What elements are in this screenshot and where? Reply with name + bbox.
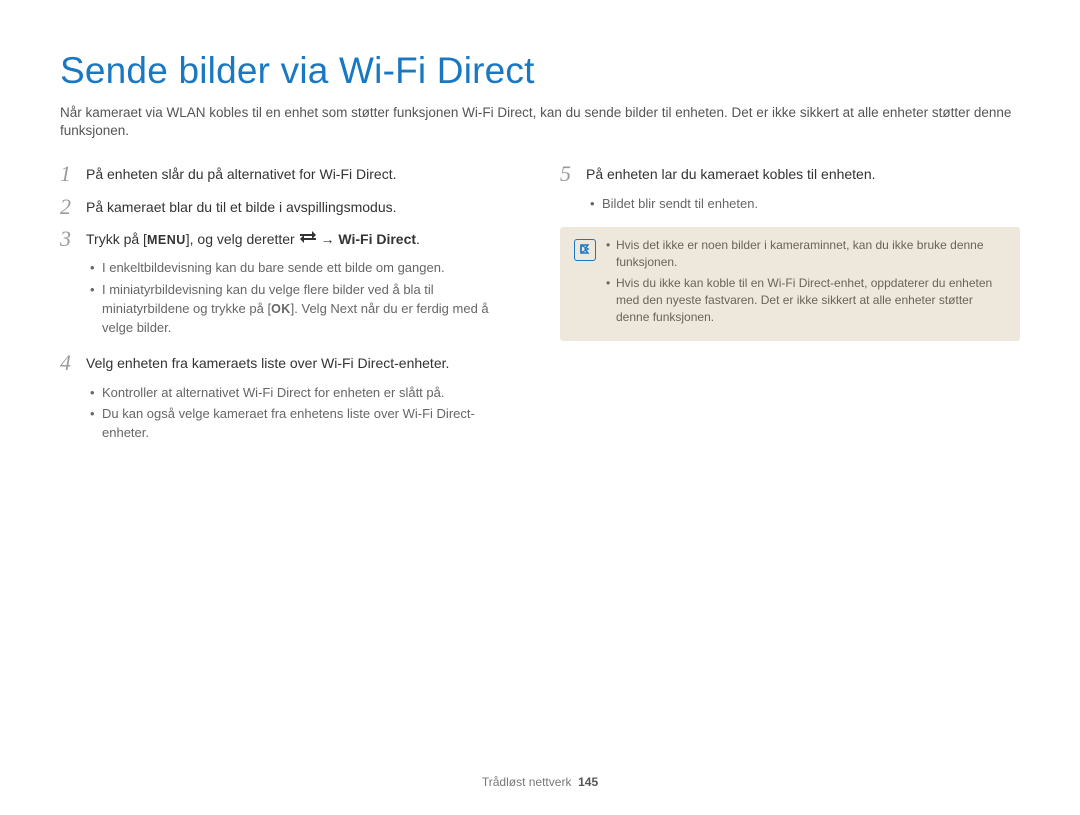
left-column: 1 På enheten slår du på alternativet for… <box>60 162 520 457</box>
text-fragment: Trykk på [ <box>86 231 147 247</box>
step-text: På enheten lar du kameraet kobles til en… <box>586 162 1020 184</box>
step-number: 1 <box>60 162 86 186</box>
step-5-bullets: Bildet blir sendt til enheten. <box>560 195 1020 214</box>
wifi-direct-label: Wi-Fi Direct <box>338 231 416 247</box>
step-3: 3 Trykk på [MENU], og velg deretter → Wi… <box>60 227 520 251</box>
step-text: Velg enheten fra kameraets liste over Wi… <box>86 351 520 373</box>
step-text: På kameraet blar du til et bilde i avspi… <box>86 195 520 217</box>
right-column: 5 På enheten lar du kameraet kobles til … <box>560 162 1020 457</box>
list-item: Hvis det ikke er noen bilder i kameramin… <box>606 237 1006 271</box>
step-number: 4 <box>60 351 86 375</box>
step-1: 1 På enheten slår du på alternativet for… <box>60 162 520 186</box>
list-item: Kontroller at alternativet Wi-Fi Direct … <box>90 384 520 403</box>
list-item: I miniatyrbildevisning kan du velge fler… <box>90 281 520 338</box>
text-fragment: . <box>416 231 420 247</box>
step-2: 2 På kameraet blar du til et bilde i avs… <box>60 195 520 219</box>
step-text: Trykk på [MENU], og velg deretter → Wi-F… <box>86 227 520 249</box>
text-fragment: ], og velg deretter <box>186 231 299 247</box>
menu-button-label: MENU <box>147 233 186 247</box>
ok-button-label: OK <box>271 302 291 316</box>
step-4-bullets: Kontroller at alternativet Wi-Fi Direct … <box>60 384 520 444</box>
transfer-icon <box>299 231 317 247</box>
footer-section: Trådløst nettverk <box>482 775 572 789</box>
step-3-bullets: I enkeltbildevisning kan du bare sende e… <box>60 259 520 337</box>
page-number: 145 <box>578 775 598 789</box>
list-item: Bildet blir sendt til enheten. <box>590 195 1020 214</box>
text-fragment: → <box>317 231 339 247</box>
intro-paragraph: Når kameraet via WLAN kobles til en enhe… <box>60 104 1020 140</box>
manual-page: Sende bilder via Wi-Fi Direct Når kamera… <box>0 0 1080 815</box>
text-fragment: ]. Velg <box>291 301 331 316</box>
note-box: Hvis det ikke er noen bilder i kameramin… <box>560 227 1020 341</box>
step-number: 3 <box>60 227 86 251</box>
list-item: Du kan også velge kameraet fra enhetens … <box>90 405 520 443</box>
step-number: 5 <box>560 162 586 186</box>
content-columns: 1 På enheten slår du på alternativet for… <box>60 162 1020 457</box>
step-5: 5 På enheten lar du kameraet kobles til … <box>560 162 1020 186</box>
list-item: Hvis du ikke kan koble til en Wi-Fi Dire… <box>606 275 1006 325</box>
page-title: Sende bilder via Wi-Fi Direct <box>60 50 1020 92</box>
step-text: På enheten slår du på alternativet for W… <box>86 162 520 184</box>
step-number: 2 <box>60 195 86 219</box>
next-label: Next <box>330 301 357 316</box>
page-footer: Trådløst nettverk 145 <box>0 775 1080 789</box>
note-list: Hvis det ikke er noen bilder i kameramin… <box>606 237 1006 329</box>
note-icon <box>574 239 596 261</box>
list-item: I enkeltbildevisning kan du bare sende e… <box>90 259 520 278</box>
step-4: 4 Velg enheten fra kameraets liste over … <box>60 351 520 375</box>
